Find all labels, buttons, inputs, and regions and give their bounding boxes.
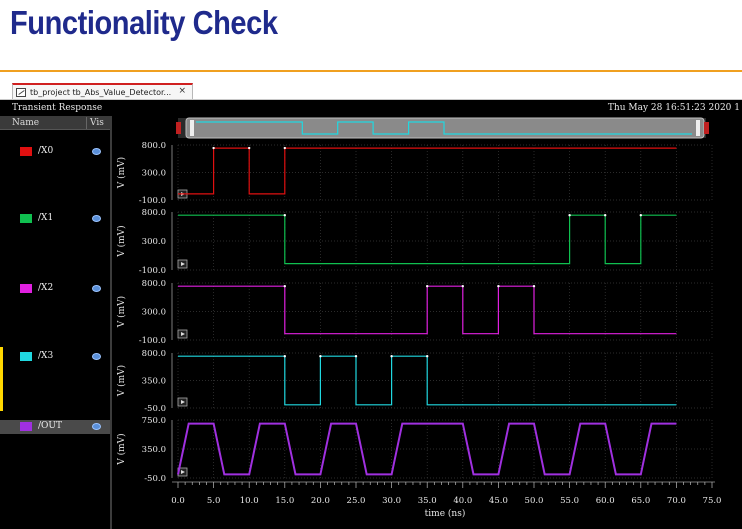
y-tick-label: 800.0 [142, 141, 166, 151]
waveform-panel: 800.0 300.0 -100.0 V (mV) [116, 208, 713, 276]
waveform-panel: 750.0 350.0 -50.0 V (mV) [116, 416, 713, 484]
transition-point [426, 355, 429, 358]
transition-point [283, 146, 286, 150]
x-tick-label: 50.0 [525, 496, 544, 506]
x-tick-label: 15.0 [275, 496, 294, 506]
y-tick-label: 800.0 [142, 279, 166, 289]
scroll-right-arrow [704, 122, 709, 134]
right-grip-icon [696, 120, 700, 136]
y-tick-label: -50.0 [144, 404, 166, 414]
y-tick-label: -50.0 [144, 474, 166, 484]
x-tick-label: 25.0 [347, 496, 366, 506]
x-tick-label: 5.0 [207, 496, 221, 506]
y-axis-label: V (mV) [116, 365, 127, 397]
y-axis-label: V (mV) [116, 296, 127, 328]
transition-point [639, 214, 642, 217]
y-tick-label: 800.0 [142, 349, 166, 359]
transition-point [604, 214, 607, 217]
y-tick-label: 750.0 [142, 416, 166, 426]
x-tick-label: 10.0 [240, 496, 259, 506]
transition-point [497, 284, 500, 288]
signal-trace [178, 285, 677, 335]
waveform-plot: 800.0 300.0 -100.0 V (mV) 800.0 300.0 -100.0 V … [116, 117, 722, 519]
transition-point [283, 214, 286, 217]
overview-strip[interactable] [176, 117, 709, 139]
x-axis-label: time (ns) [425, 508, 466, 519]
transition-point [461, 284, 464, 288]
x-tick-label: 35.0 [418, 496, 437, 506]
y-tick-label: 300.0 [142, 237, 166, 247]
y-tick-label: -100.0 [139, 196, 166, 206]
y-tick-label: 350.0 [142, 377, 166, 387]
transition-point [248, 146, 251, 150]
left-grip-icon [190, 120, 194, 136]
transition-point [283, 355, 286, 358]
transition-point [390, 355, 393, 358]
x-tick-label: 0.0 [171, 496, 185, 506]
transition-point [426, 284, 429, 288]
transition-point [283, 284, 286, 288]
x-tick-label: 45.0 [489, 496, 508, 506]
x-tick-label: 40.0 [453, 496, 472, 506]
x-tick-label: 20.0 [311, 496, 330, 506]
transition-point [532, 284, 536, 288]
transition-point [354, 355, 358, 358]
transition-point [319, 355, 322, 358]
x-tick-label: 55.0 [560, 496, 579, 506]
waveform-panel: 800.0 350.0 -50.0 V (mV) [116, 349, 713, 414]
y-axis-label: V (mV) [116, 433, 127, 465]
y-tick-label: 800.0 [142, 208, 166, 218]
waveform-panel: 800.0 300.0 -100.0 V (mV) [116, 141, 713, 206]
x-tick-label: 75.0 [703, 496, 722, 506]
transition-point [568, 214, 571, 217]
waveform-panel: 800.0 300.0 -100.0 V (mV) [116, 279, 713, 346]
y-tick-label: 300.0 [142, 308, 166, 318]
y-tick-label: 300.0 [142, 169, 166, 179]
transition-point [212, 146, 215, 150]
x-tick-label: 70.0 [667, 496, 686, 506]
y-axis-label: V (mV) [116, 225, 127, 257]
scroll-left-arrow [176, 122, 181, 134]
x-tick-label: 30.0 [382, 496, 401, 506]
x-tick-label: 60.0 [596, 496, 615, 506]
y-axis-label: V (mV) [116, 157, 127, 189]
overview-handle [185, 117, 705, 139]
y-tick-label: -100.0 [139, 266, 166, 276]
y-tick-label: -100.0 [139, 336, 166, 346]
x-tick-label: 65.0 [631, 496, 650, 506]
y-tick-label: 350.0 [142, 445, 166, 455]
